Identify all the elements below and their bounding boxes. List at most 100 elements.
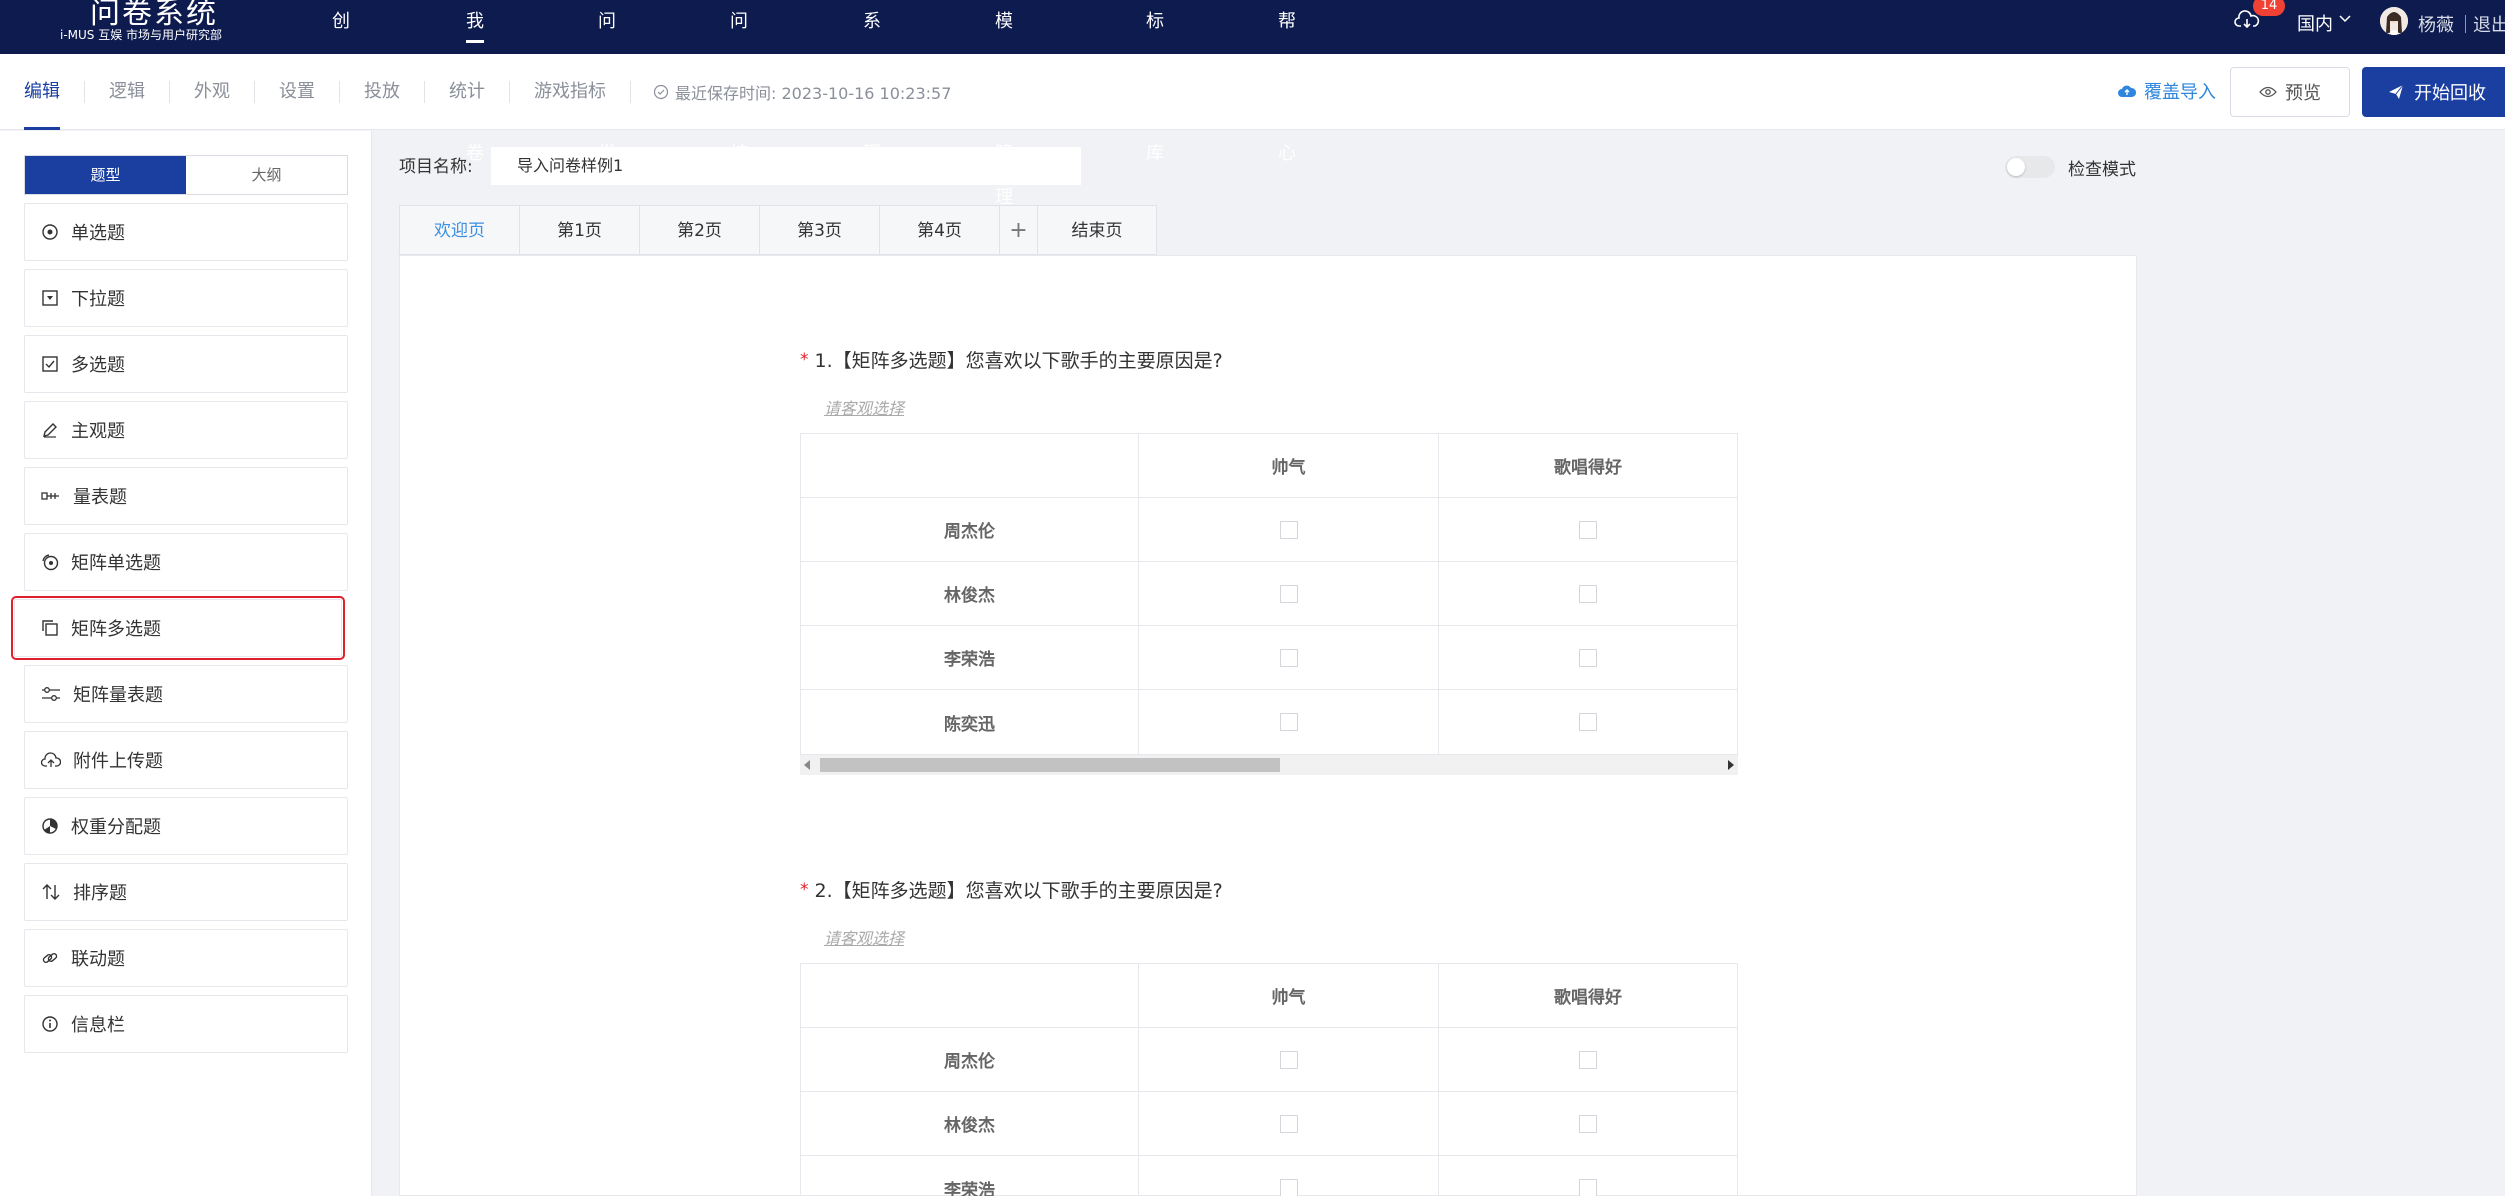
nav-item-question-bank[interactable]: 标准题库: [1146, 0, 1164, 164]
question-title: * 2.【矩阵多选题】您喜欢以下歌手的主要原因是?: [800, 876, 1740, 903]
qtype-dropdown[interactable]: 下拉题: [24, 269, 348, 327]
preview-label: 预览: [2285, 83, 2321, 104]
matrix-checkbox[interactable]: [1579, 584, 1597, 603]
matrix-row-label: 陈奕迅: [801, 690, 1139, 754]
link-icon: [42, 953, 58, 963]
matrix-row: 林俊杰: [801, 562, 1737, 626]
matrix-corner-cell: [801, 964, 1139, 1027]
matrix-column-header: 歌唱得好: [1554, 458, 1622, 478]
scroll-left-icon[interactable]: [804, 760, 810, 770]
tab-edit[interactable]: 编辑: [0, 54, 84, 130]
matrix-row: 林俊杰: [801, 1092, 1737, 1156]
avatar[interactable]: [2380, 7, 2408, 35]
matrix-checkbox[interactable]: [1279, 584, 1298, 603]
tab-question-types[interactable]: 题型: [25, 156, 186, 194]
matrix-checkbox[interactable]: [1579, 648, 1597, 667]
divider: [630, 81, 631, 103]
tab-page-3[interactable]: 第3页: [759, 205, 879, 255]
matrix-checkbox[interactable]: [1279, 1050, 1298, 1069]
question-subtitle: 请客观选择: [824, 929, 905, 948]
scroll-right-icon[interactable]: [1728, 760, 1734, 770]
question-block[interactable]: * 2.【矩阵多选题】您喜欢以下歌手的主要原因是? 请客观选择 帅气 歌唱得好 …: [800, 876, 1740, 1196]
matrix-cell: [1439, 690, 1737, 754]
nav-item-distribution[interactable]: 问卷分发: [598, 0, 616, 164]
qtype-info-bar[interactable]: 信息栏: [24, 995, 348, 1053]
matrix-checkbox[interactable]: [1279, 1114, 1298, 1133]
matrix-checkbox[interactable]: [1279, 713, 1298, 731]
app-logo[interactable]: 问卷系统 i-MUS 互娱 市场与用户研究部: [60, 0, 260, 52]
project-name-label: 项目名称:: [399, 157, 473, 177]
question-title-text: 2.【矩阵多选题】您喜欢以下歌手的主要原因是?: [814, 880, 1223, 902]
matrix-cell: [1139, 562, 1439, 625]
tab-outline[interactable]: 大纲: [186, 156, 347, 194]
matrix-row-label: 李荣浩: [801, 626, 1139, 689]
matrix-checkbox[interactable]: [1279, 1179, 1298, 1196]
matrix-checkbox[interactable]: [1279, 520, 1298, 539]
nav-item-system[interactable]: 系统管理: [863, 0, 881, 164]
user-name[interactable]: 杨薇: [2418, 11, 2454, 37]
qtype-attachment-upload[interactable]: 附件上传题: [24, 731, 348, 789]
nav-item-my-surveys[interactable]: 我的问卷: [466, 0, 484, 164]
tab-page-4[interactable]: 第4页: [879, 205, 999, 255]
preview-button[interactable]: 预览: [2230, 67, 2350, 117]
pencil-icon: [43, 423, 57, 438]
tab-end-page[interactable]: 结束页: [1037, 205, 1157, 255]
logout-link[interactable]: 退出: [2473, 11, 2505, 37]
qtype-multiple-choice[interactable]: 多选题: [24, 335, 348, 393]
matrix-checkbox[interactable]: [1579, 1179, 1597, 1196]
nav-item-create[interactable]: 创建问卷: [332, 0, 350, 164]
question-subtitle: 请客观选择: [824, 399, 905, 418]
tab-page-1[interactable]: 第1页: [519, 205, 639, 255]
matrix-checkbox[interactable]: [1279, 648, 1298, 667]
editor-main: 项目名称: 导入问卷样例1 检查模式 欢迎页 第1页 第2页 第3页 第4页 +…: [373, 131, 2505, 1196]
nav-item-review[interactable]: 问卷审核: [730, 0, 748, 164]
tab-appearance[interactable]: 外观: [170, 54, 254, 130]
tab-page-2[interactable]: 第2页: [639, 205, 759, 255]
qtype-open-ended[interactable]: 主观题: [24, 401, 348, 459]
matrix-checkbox[interactable]: [1579, 1114, 1597, 1133]
nav-item-help[interactable]: 帮助中心: [1278, 0, 1296, 164]
matrix-checkbox[interactable]: [1579, 520, 1597, 539]
add-page-button[interactable]: +: [999, 205, 1037, 255]
qtype-single-choice[interactable]: 单选题: [24, 203, 348, 261]
matrix-row-label: 周杰伦: [801, 1028, 1139, 1091]
matrix-cell: [1439, 498, 1737, 561]
upload-icon: [41, 752, 61, 767]
checkbox-icon: [42, 356, 58, 372]
qtype-scale[interactable]: 量表题: [24, 467, 348, 525]
matrix-cell: [1139, 498, 1439, 561]
tab-logic[interactable]: 逻辑: [85, 54, 169, 130]
region-select[interactable]: 国内: [2297, 10, 2333, 36]
overwrite-import-button[interactable]: 覆盖导入: [2118, 78, 2216, 104]
tab-stats[interactable]: 统计: [425, 54, 509, 130]
qtype-linked[interactable]: 联动题: [24, 929, 348, 987]
matrix-checkbox[interactable]: [1579, 1050, 1597, 1069]
pie-icon: [42, 818, 58, 834]
scrollbar-thumb[interactable]: [820, 758, 1280, 772]
qtype-weight-allocation[interactable]: 权重分配题: [24, 797, 348, 855]
top-navbar: 问卷系统 i-MUS 互娱 市场与用户研究部 创建问卷 我的问卷 问卷分发 问卷…: [0, 0, 2505, 208]
tab-welcome-page[interactable]: 欢迎页: [399, 205, 519, 255]
tab-settings[interactable]: 设置: [255, 54, 339, 130]
cloud-upload-icon: [2118, 85, 2136, 97]
matrix-checkbox[interactable]: [1579, 713, 1597, 731]
qtype-label: 权重分配题: [71, 817, 161, 838]
tab-deliver[interactable]: 投放: [340, 54, 424, 130]
horizontal-scrollbar[interactable]: [800, 755, 1738, 775]
nav-item-templates[interactable]: 模板库管理: [995, 0, 1013, 208]
editor-toolbar: 编辑 逻辑 外观 设置 投放 统计 游戏指标 最近保存时间: 2023-10-1…: [0, 54, 2505, 130]
matrix-cell: [1439, 562, 1737, 625]
project-name-input[interactable]: 导入问卷样例1: [491, 147, 1081, 185]
question-block[interactable]: * 1.【矩阵多选题】您喜欢以下歌手的主要原因是? 请客观选择 帅气 歌唱得好 …: [800, 346, 1740, 775]
qtype-ranking[interactable]: 排序题: [24, 863, 348, 921]
qtype-matrix-scale[interactable]: 矩阵量表题: [24, 665, 348, 723]
qtype-label: 矩阵量表题: [73, 685, 163, 706]
qtype-matrix-single[interactable]: 矩阵单选题: [24, 533, 348, 591]
qtype-matrix-multiple[interactable]: 矩阵多选题: [11, 596, 345, 660]
qtype-label: 矩阵多选题: [71, 619, 161, 640]
divider: [2465, 15, 2466, 33]
tab-game-metrics[interactable]: 游戏指标: [510, 54, 630, 130]
matrix-header-row: 帅气 歌唱得好: [801, 964, 1737, 1028]
start-collecting-button[interactable]: 开始回收: [2362, 67, 2505, 117]
check-mode-toggle[interactable]: [2005, 156, 2055, 178]
